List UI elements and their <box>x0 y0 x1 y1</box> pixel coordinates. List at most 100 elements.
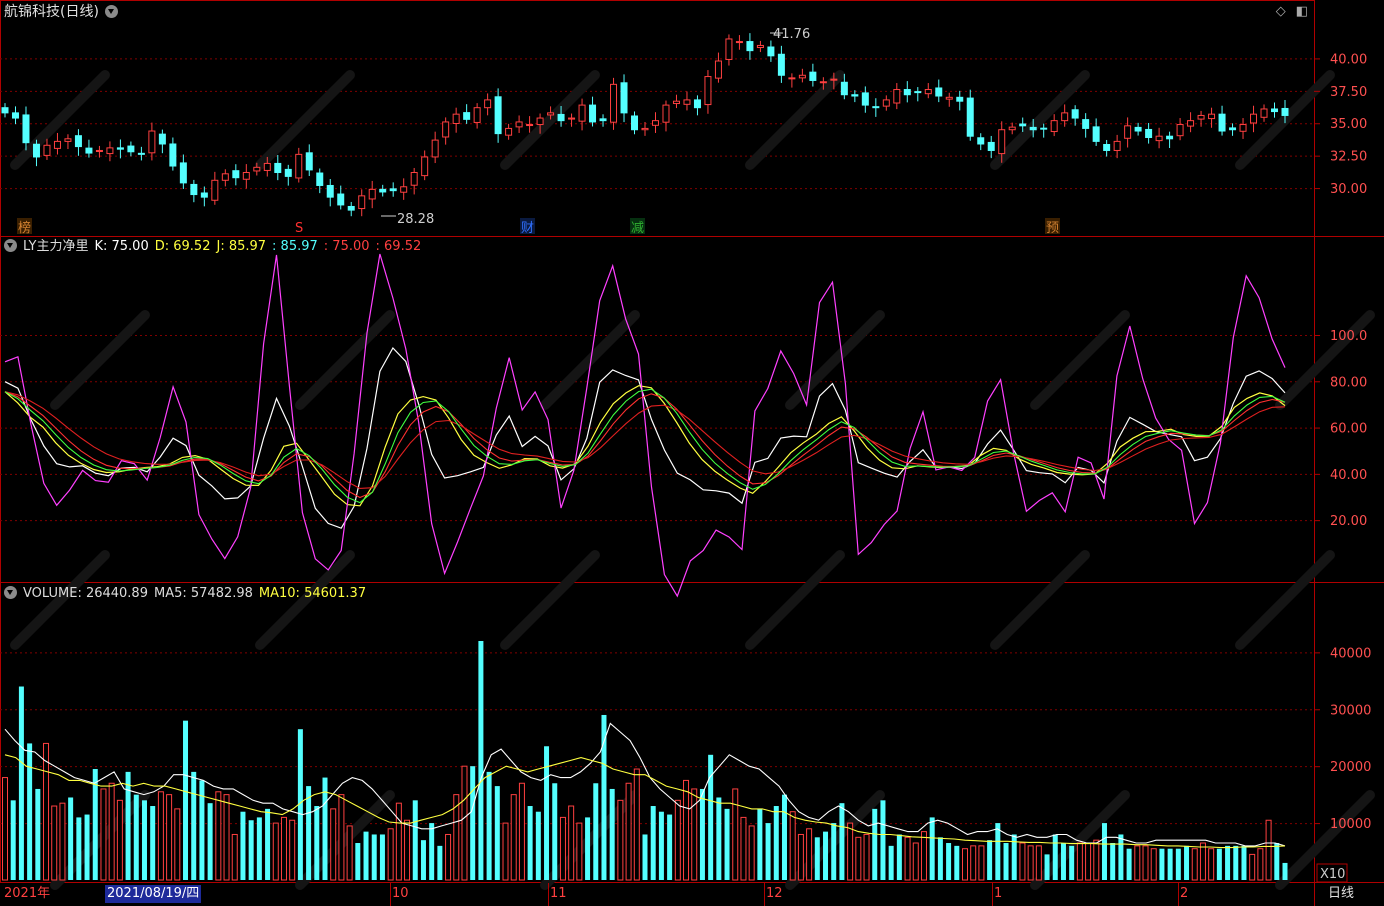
watermark-stripe <box>1030 310 1130 410</box>
volume-bar <box>814 837 820 880</box>
volume-bar <box>10 800 16 880</box>
volume-bar <box>716 797 722 880</box>
volume-bar <box>667 814 673 880</box>
candle-body <box>274 162 282 174</box>
event-marker-jian[interactable]: 减 <box>631 221 644 236</box>
period-selector[interactable]: 日线 <box>1328 884 1354 904</box>
volume-bar <box>863 833 870 881</box>
candle-body <box>295 153 303 179</box>
candle-body <box>11 112 19 119</box>
candle-body <box>190 183 198 196</box>
volume-bar <box>954 845 960 880</box>
candle-body <box>987 141 995 151</box>
candle-body <box>1145 128 1153 139</box>
candle-body <box>158 133 166 145</box>
event-marker-cai[interactable]: 财 <box>521 221 534 236</box>
candle-body <box>851 94 859 97</box>
volume-bar <box>518 782 525 881</box>
watermark-stripe <box>255 70 355 170</box>
candle-body <box>1218 113 1226 132</box>
candle-body <box>725 38 733 60</box>
diamond-icon[interactable]: ◇ <box>1276 4 1286 19</box>
candle-body <box>379 188 387 193</box>
month-ticks <box>390 883 1179 906</box>
volume-bar <box>461 765 468 881</box>
volume-bar <box>1003 843 1009 880</box>
volume-bar <box>395 802 402 881</box>
candle-body <box>1155 135 1163 142</box>
candle-body <box>116 147 124 150</box>
volume-bar <box>699 788 705 880</box>
event-marker-s[interactable]: S <box>295 221 303 236</box>
candle-body <box>473 107 481 123</box>
selected-date[interactable]: 2021/08/19/四 <box>105 885 202 903</box>
candle-body <box>777 53 785 76</box>
candle-body <box>463 112 471 120</box>
volume-bar <box>535 811 541 880</box>
volume-axis-label: 20000 <box>1330 760 1371 775</box>
kdj-j-value: J: 85.97 <box>216 239 267 254</box>
stock-chart-canvas[interactable]: 40.00 37.50 35.00 32.50 30.00 100.0 80.00 60.00… <box>0 0 1384 906</box>
candle-body <box>914 91 922 94</box>
volume-bar <box>1225 845 1231 880</box>
top-right-toolbar[interactable]: ◇ ◧ <box>1266 4 1308 19</box>
kdj-collapse-icon[interactable] <box>4 239 17 252</box>
watermark-stripe <box>500 550 600 650</box>
candle-body <box>924 89 932 95</box>
volume-bar <box>338 794 345 881</box>
volume-bar <box>576 822 583 881</box>
volume-bar <box>831 823 837 880</box>
low-price-marker: 28.28 <box>381 212 434 227</box>
candle-body <box>22 114 30 144</box>
candle-body <box>1 107 9 114</box>
candle-body <box>263 162 271 171</box>
candle-body <box>389 188 397 192</box>
price-axis-label: 37.50 <box>1330 85 1367 100</box>
volume-bar <box>494 786 500 880</box>
candle-body <box>830 78 838 81</box>
chevron-down-icon[interactable] <box>104 5 118 18</box>
candle-body <box>861 92 869 106</box>
watermark-stripe <box>990 550 1090 650</box>
candle-body <box>1082 119 1090 129</box>
volume-bar <box>43 742 50 881</box>
volume-bar <box>207 803 213 880</box>
volume-bar <box>1199 842 1206 881</box>
volume-bar <box>108 782 115 881</box>
volume-axis-label: 30000 <box>1330 703 1371 718</box>
volume-bar <box>289 819 296 881</box>
event-marker-yu[interactable]: 预 <box>1046 221 1059 236</box>
window-toggle-icon[interactable]: ◧ <box>1296 4 1308 19</box>
price-axis-label: 40.00 <box>1330 52 1367 67</box>
volume-bar <box>330 808 337 881</box>
event-marker-bang[interactable]: 榜 <box>18 220 31 236</box>
candle-body <box>452 113 460 125</box>
candle-body <box>735 41 743 44</box>
volume-bar <box>559 816 566 881</box>
volume-bar <box>797 833 804 881</box>
candle-body <box>1029 126 1037 131</box>
candle-body <box>421 156 429 177</box>
volume-bar <box>552 783 558 880</box>
volume-bar <box>68 797 74 880</box>
volume-bar <box>1060 843 1066 880</box>
candle-body <box>284 168 292 177</box>
candle-body <box>893 89 901 104</box>
candle-body <box>169 143 177 167</box>
candle-body <box>32 143 40 158</box>
kdj-lines[interactable] <box>4 253 1286 598</box>
volume-bar <box>1069 845 1075 880</box>
volume-bar <box>1085 842 1092 881</box>
candle-body <box>253 166 261 172</box>
volume-bar <box>765 823 771 880</box>
event-markers[interactable]: 榜 S 财 减 预 <box>17 218 1060 236</box>
volume-bar <box>527 806 533 880</box>
volume-bar <box>839 803 845 880</box>
candle-body <box>326 184 334 198</box>
volume-bar <box>609 788 615 880</box>
volume-bar <box>133 794 139 880</box>
kdj-axis-label: 60.00 <box>1330 422 1367 437</box>
volume-collapse-icon[interactable] <box>4 586 17 599</box>
candle-body <box>221 173 229 181</box>
stock-title-bar[interactable]: 航锦科技(日线) <box>4 4 124 20</box>
